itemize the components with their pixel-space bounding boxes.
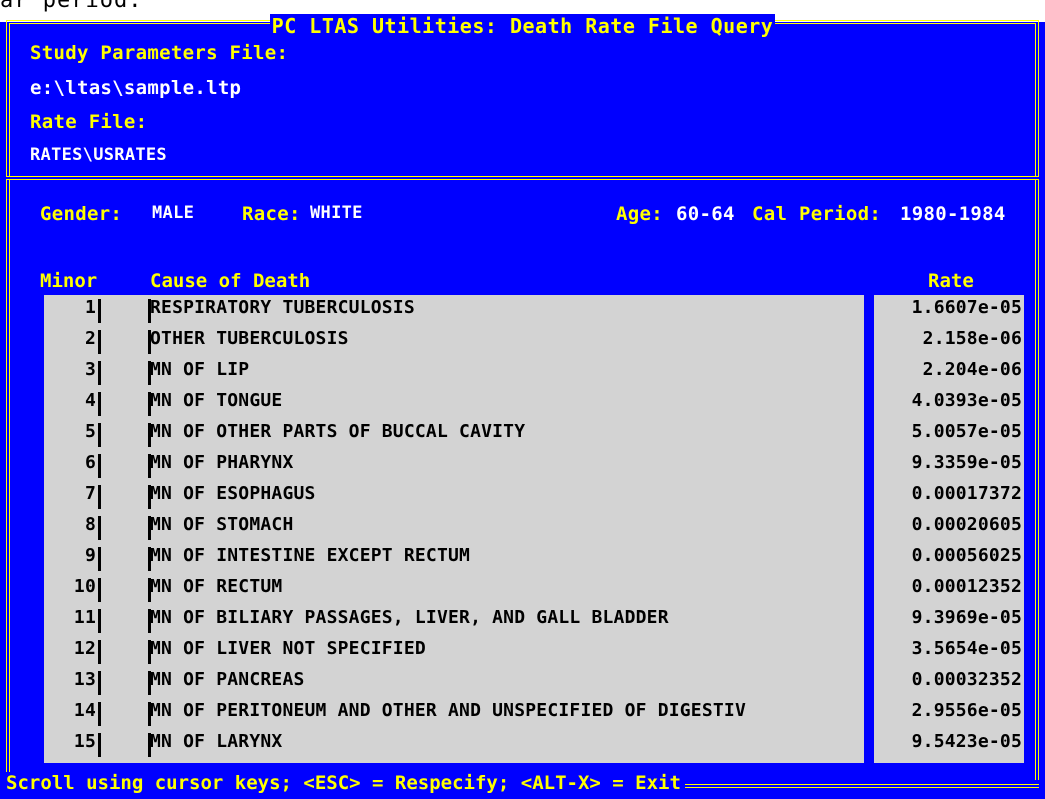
cause-marker: [148, 609, 151, 633]
row-rate: 3.5654e-05: [911, 638, 1022, 659]
row-rate: 9.5423e-05: [911, 731, 1022, 752]
race-label: Race:: [242, 203, 301, 225]
cause-marker: [148, 361, 151, 385]
background-text: ar period.: [0, 0, 143, 13]
row-cause-of-death: MN OF LARYNX: [150, 731, 283, 752]
row-rate: 2.9556e-05: [911, 700, 1022, 721]
row-minor-number: 10: [73, 576, 96, 597]
row-minor-number: 9: [84, 545, 96, 566]
row-minor-number: 3: [84, 359, 96, 380]
study-params-label: Study Parameters File:: [30, 42, 289, 64]
row-marker: [98, 609, 101, 633]
rate-file-label: Rate File:: [30, 111, 148, 133]
cause-marker: [148, 671, 151, 695]
row-rate: 9.3359e-05: [911, 452, 1022, 473]
study-params-value: e:\ltas\sample.ltp: [30, 77, 242, 99]
row-cause-of-death: MN OF BILIARY PASSAGES, LIVER, AND GALL …: [150, 607, 669, 628]
row-rate: 0.00056025: [911, 545, 1022, 566]
rate-file-value: RATES\USRATES: [30, 145, 167, 165]
row-marker: [98, 547, 101, 571]
row-rate: 1.6607e-05: [911, 297, 1022, 318]
row-marker: [98, 733, 101, 757]
row-rate: 5.0057e-05: [911, 421, 1022, 442]
cause-marker: [148, 330, 151, 354]
row-cause-of-death: MN OF PANCREAS: [150, 669, 305, 690]
window-frame-right: [1035, 180, 1039, 780]
row-minor-number: 7: [84, 483, 96, 504]
row-marker: [98, 392, 101, 416]
row-cause-of-death: MN OF ESOPHAGUS: [150, 483, 316, 504]
row-minor-number: 15: [73, 731, 96, 752]
row-cause-of-death: MN OF TONGUE: [150, 390, 283, 411]
cause-marker: [148, 392, 151, 416]
row-cause-of-death: MN OF INTESTINE EXCEPT RECTUM: [150, 545, 471, 566]
row-cause-of-death: MN OF PHARYNX: [150, 452, 294, 473]
window-title: PC LTAS Utilities: Death Rate File Query: [269, 14, 776, 38]
window-title-bar: PC LTAS Utilities: Death Rate File Query: [0, 14, 1045, 38]
row-minor-number: 4: [84, 390, 96, 411]
age-label: Age:: [616, 203, 663, 225]
row-cause-of-death: MN OF OTHER PARTS OF BUCCAL CAVITY: [150, 421, 526, 442]
row-cause-of-death: MN OF PERITONEUM AND OTHER AND UNSPECIFI…: [150, 700, 746, 721]
status-bar-text: Scroll using cursor keys; <ESC> = Respec…: [6, 772, 685, 794]
cause-marker: [148, 702, 151, 726]
row-marker: [98, 330, 101, 354]
cause-marker: [148, 578, 151, 602]
row-cause-of-death: MN OF LIVER NOT SPECIFIED: [150, 638, 426, 659]
row-minor-number: 2: [84, 328, 96, 349]
cause-marker: [148, 454, 151, 478]
row-rate: 0.00032352: [911, 669, 1022, 690]
row-marker: [98, 454, 101, 478]
row-rate: 4.0393e-05: [911, 390, 1022, 411]
row-marker: [98, 485, 101, 509]
row-marker: [98, 640, 101, 664]
status-bar: Scroll using cursor keys; <ESC> = Respec…: [0, 772, 1045, 799]
cal-period-value: 1980-1984: [900, 203, 1006, 225]
row-marker: [98, 423, 101, 447]
row-rate: 2.158e-06: [922, 328, 1022, 349]
row-marker: [98, 702, 101, 726]
row-minor-number: 1: [84, 297, 96, 318]
row-cause-of-death: MN OF LIP: [150, 359, 250, 380]
row-marker: [98, 516, 101, 540]
cause-marker: [148, 516, 151, 540]
race-value: WHITE: [310, 203, 363, 223]
row-marker: [98, 361, 101, 385]
gender-value: MALE: [152, 203, 195, 223]
row-cause-of-death: MN OF STOMACH: [150, 514, 294, 535]
column-header-cause: Cause of Death: [150, 270, 311, 292]
cause-marker: [148, 299, 151, 323]
section-divider: [6, 176, 1039, 182]
row-minor-number: 11: [73, 607, 96, 628]
row-marker: [98, 671, 101, 695]
age-value: 60-64: [676, 203, 735, 225]
row-marker: [98, 299, 101, 323]
window-frame-left: [6, 180, 10, 780]
cause-marker: [148, 733, 151, 757]
row-cause-of-death: OTHER TUBERCULOSIS: [150, 328, 349, 349]
row-minor-number: 12: [73, 638, 96, 659]
cause-marker: [148, 485, 151, 509]
row-rate: 2.204e-06: [922, 359, 1022, 380]
row-rate: 0.00012352: [911, 576, 1022, 597]
cause-marker: [148, 640, 151, 664]
gender-label: Gender:: [40, 203, 123, 225]
row-rate: 0.00017372: [911, 483, 1022, 504]
row-rate: 9.3969e-05: [911, 607, 1022, 628]
cause-marker: [148, 547, 151, 571]
row-minor-number: 14: [73, 700, 96, 721]
row-minor-number: 5: [84, 421, 96, 442]
column-header-rate: Rate: [928, 270, 974, 292]
cause-marker: [148, 423, 151, 447]
row-cause-of-death: MN OF RECTUM: [150, 576, 283, 597]
row-rate: 0.00020605: [911, 514, 1022, 535]
row-minor-number: 6: [84, 452, 96, 473]
row-minor-number: 13: [73, 669, 96, 690]
row-minor-number: 8: [84, 514, 96, 535]
row-marker: [98, 578, 101, 602]
row-cause-of-death: RESPIRATORY TUBERCULOSIS: [150, 297, 415, 318]
column-header-minor: Minor: [40, 270, 98, 292]
cal-period-label: Cal Period:: [752, 203, 882, 225]
